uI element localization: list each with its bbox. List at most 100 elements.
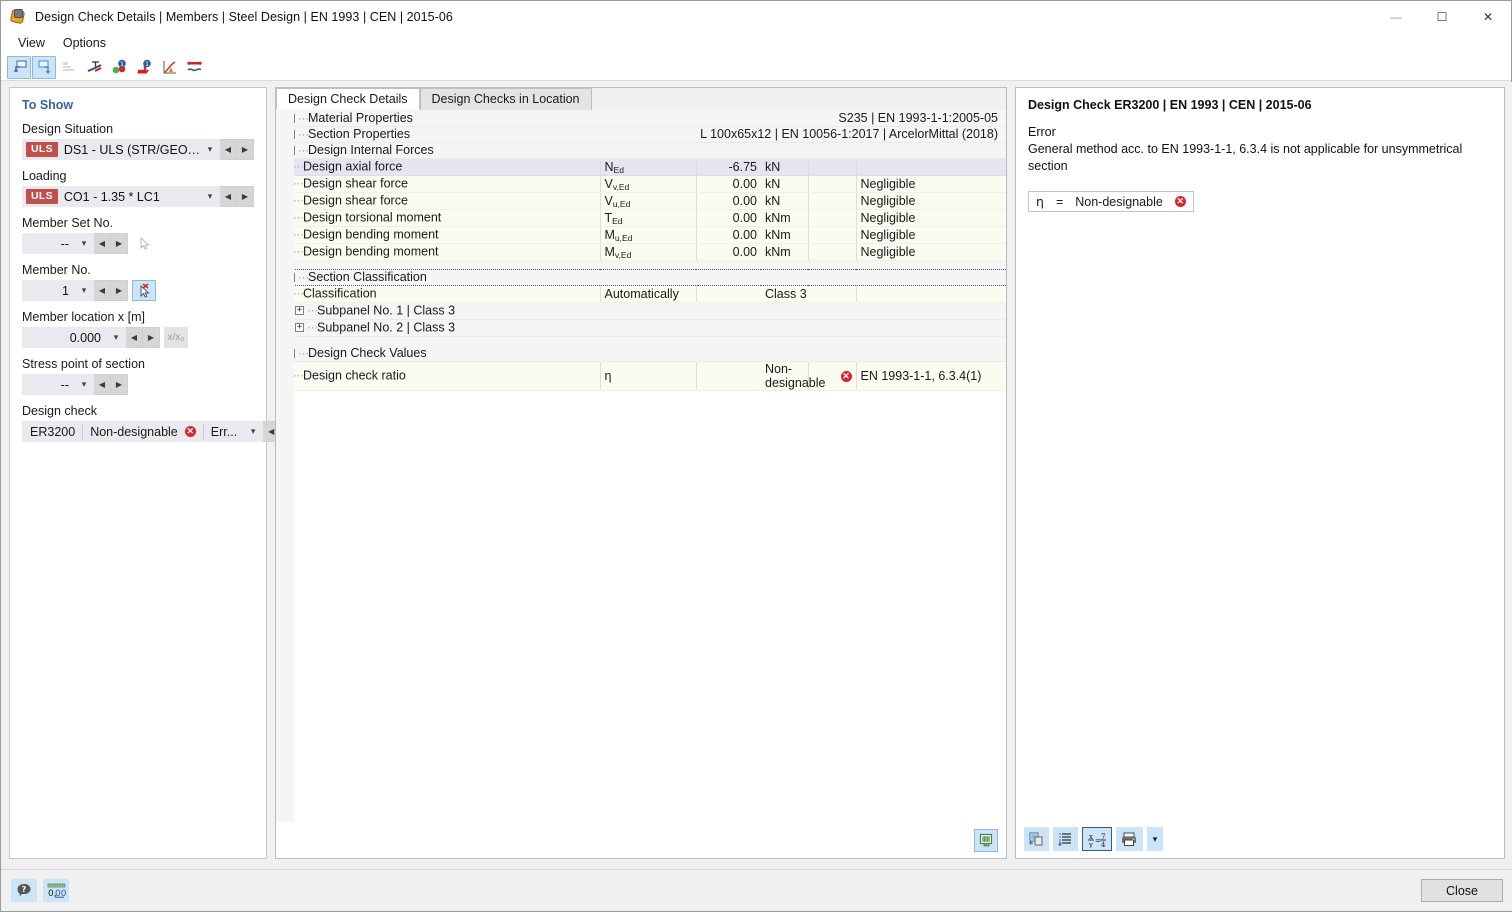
row-symbol: Mv,Ed [599,243,696,261]
design-check-select[interactable]: ER3200 Non-designable ✕ Err... ▾ [22,421,264,442]
minimize-button[interactable]: — [1373,1,1419,32]
detail-list-icon[interactable] [57,56,81,79]
result-values-icon[interactable]: 1 [107,56,131,79]
chevron-down-icon[interactable]: ▾ [75,375,93,394]
export-table-icon[interactable] [974,828,998,852]
row-remark: Negligible [855,175,1006,193]
maximize-button[interactable]: ☐ [1419,1,1465,32]
table-row[interactable]: ⋯Classification Automatically Class 3 [276,285,1006,303]
tree-subpanel-row[interactable]: + ⋯Subpanel No. 2 | Class 3 [276,319,1006,337]
member-set-no-select[interactable]: -- ▾ [22,233,94,254]
stress-distribution-icon[interactable] [182,56,206,79]
table-row[interactable]: ⋯Design axial force NEd -6.75 kN [276,158,1006,176]
relative-location-toggle[interactable]: x/x₀ [164,327,188,348]
window-title: Design Check Details | Members | Steel D… [35,9,453,24]
close-button[interactable]: Close [1421,879,1503,902]
member-set-no-prev-button[interactable]: ◀ [94,233,111,254]
table-spacer [276,336,1006,345]
stress-point-select[interactable]: -- ▾ [22,374,94,395]
graph-curve-icon[interactable] [157,56,181,79]
chevron-down-icon[interactable]: ▾ [201,187,219,206]
member-set-no-next-button[interactable]: ▶ [111,233,128,254]
tab-design-check-details[interactable]: Design Check Details [276,88,420,110]
table-row[interactable]: ⋯Design bending moment Mv,Ed 0.00 kNm Neglig… [276,243,1006,261]
design-check-result-panel: Design Check ER3200 | EN 1993 | CEN | 20… [1015,87,1505,859]
table-row[interactable]: ⋯Design shear force Vu,Ed 0.00 kN Negligible [276,192,1006,210]
tree-group-row[interactable]: −⋯Section Classification [276,268,1006,286]
member-set-no-value: -- [60,236,69,251]
app-logo-icon [9,8,27,26]
chevron-down-icon[interactable]: ▾ [201,140,219,159]
row-note [807,192,856,210]
tree-group-row[interactable]: −⋯Design Internal Forces [276,142,1006,159]
member-no-next-button[interactable]: ▶ [111,280,128,301]
chevron-down-icon[interactable]: ▾ [75,234,93,253]
tab-design-checks-in-location[interactable]: Design Checks in Location [419,88,592,110]
stress-point-prev-button[interactable]: ◀ [94,374,111,395]
navigate-forward-icon[interactable] [32,55,56,79]
member-result-icon[interactable]: 1 [132,56,156,79]
error-heading: Error [1028,125,1056,139]
chevron-down-icon[interactable]: ▾ [107,328,125,347]
table-row[interactable]: ⋯Design bending moment Mu,Ed 0.00 kNm Neglig… [276,226,1006,244]
member-set-no-label: Member Set No. [22,216,114,230]
uls-badge: ULS [26,142,58,157]
tree-subpanel-label: Subpanel No. 1 | Class 3 [317,302,456,317]
row-unit: Class 3 [761,285,856,303]
member-pick-icon[interactable] [132,280,156,301]
loading-label: Loading [22,169,67,183]
section-diagram-icon[interactable] [82,56,106,79]
row-symbol: Mu,Ed [599,226,696,244]
menu-item-options[interactable]: Options [54,34,115,52]
units-icon[interactable]: 0, 00 [43,879,69,902]
export-to-printout-icon[interactable] [1024,827,1049,851]
tree-group-label: Section Properties [308,126,411,141]
tree-group-value: S235 | EN 1993-1-1:2005-05 [838,110,999,125]
table-row[interactable]: ⋯Design check ratio η Non-designable ✕ EN 19… [276,361,1006,391]
member-location-next-button[interactable]: ▶ [143,327,160,348]
design-situation-prev-button[interactable]: ◀ [220,139,237,160]
member-no-select[interactable]: 1 ▾ [22,280,94,301]
tree-subpanel-label: Subpanel No. 2 | Class 3 [317,319,456,334]
detail-settings-icon[interactable] [1053,827,1078,851]
close-window-button[interactable]: ✕ [1465,1,1511,32]
row-remark: EN 1993-1-1, 6.3.4(1) [855,361,1006,391]
row-value: 0.00 [695,243,761,261]
table-spacer [276,260,1006,269]
loading-prev-button[interactable]: ◀ [220,186,237,207]
table-row[interactable]: ⋯Design torsional moment TEd 0.00 kNm Neglig… [276,209,1006,227]
print-icon[interactable] [1116,827,1143,851]
loading-next-button[interactable]: ▶ [237,186,254,207]
print-dropdown-icon[interactable]: ▾ [1147,827,1163,851]
stress-point-next-button[interactable]: ▶ [111,374,128,395]
expander-icon[interactable]: + [295,323,304,332]
member-location-select[interactable]: 0.000 ▾ [22,327,126,348]
row-label: ⋯Design axial force [276,158,600,176]
formula-display-icon[interactable]: x y = 7 4 [1082,827,1112,851]
window-controls: — ☐ ✕ [1373,1,1511,32]
navigate-back-icon[interactable] [7,55,31,79]
chevron-down-icon[interactable]: ▾ [244,422,262,441]
row-value: 0.00 [695,226,761,244]
eta-equals: = [1055,194,1064,209]
help-icon[interactable]: ? [11,879,37,902]
expander-icon[interactable]: + [295,306,304,315]
tree-group-row[interactable]: +⋯Section PropertiesL 100x65x12 | EN 100… [276,126,1006,143]
member-location-prev-button[interactable]: ◀ [126,327,143,348]
table-row[interactable]: ⋯Design shear force Vv,Ed 0.00 kN Negligible [276,175,1006,193]
design-situation-next-button[interactable]: ▶ [237,139,254,160]
details-tree[interactable]: +⋯Material PropertiesS235 | EN 1993-1-1:… [276,110,1006,822]
member-no-value: 1 [62,283,69,298]
loading-select[interactable]: ULS CO1 - 1.35 * LC1 ▾ [22,186,220,207]
tree-subpanel-row[interactable]: + ⋯Subpanel No. 1 | Class 3 [276,302,1006,320]
tree-group-row[interactable]: −⋯Design Check Values [276,345,1006,362]
tree-group-label: Design Check Values [308,345,427,360]
result-panel-toolbar: x y = 7 4 ▾ [1016,820,1504,858]
tree-group-row[interactable]: +⋯Material PropertiesS235 | EN 1993-1-1:… [276,110,1006,127]
chevron-down-icon[interactable]: ▾ [75,281,93,300]
member-set-pick-icon[interactable] [132,233,156,254]
stress-point-value: -- [60,377,69,392]
member-no-prev-button[interactable]: ◀ [94,280,111,301]
design-situation-select[interactable]: ULS DS1 - ULS (STR/GEO) - Perm... ▾ [22,139,220,160]
menu-item-view[interactable]: View [9,34,54,52]
